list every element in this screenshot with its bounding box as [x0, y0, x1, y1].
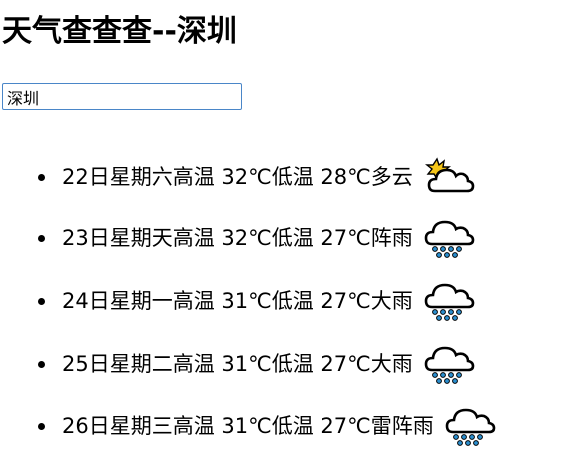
forecast-date: 25日星期二 — [62, 352, 173, 376]
forecast-item: 25日星期二高温 31℃低温 27℃大雨 — [38, 344, 475, 384]
city-search-input[interactable] — [2, 83, 242, 110]
forecast-high: 高温 31℃ — [172, 289, 272, 313]
bullet — [38, 422, 45, 430]
forecast-text: 22日星期六高温 32℃低温 28℃多云 — [62, 157, 413, 197]
forecast-high: 高温 31℃ — [172, 352, 272, 376]
partly-cloudy-icon — [423, 157, 475, 197]
forecast-date: 23日星期天 — [62, 226, 173, 250]
forecast-high: 高温 32℃ — [172, 165, 272, 189]
forecast-item: 22日星期六高温 32℃低温 28℃多云 — [38, 157, 475, 197]
rain-icon — [423, 281, 475, 321]
forecast-high: 高温 31℃ — [172, 414, 272, 438]
forecast-text: 26日星期三高温 31℃低温 27℃雷阵雨 — [62, 406, 434, 446]
forecast-item: 26日星期三高温 31℃低温 27℃雷阵雨 — [38, 406, 496, 446]
forecast-weather: 多云 — [370, 165, 413, 189]
forecast-low: 低温 27℃ — [271, 352, 371, 376]
bullet — [38, 234, 45, 242]
forecast-item: 23日星期天高温 32℃低温 27℃阵雨 — [38, 218, 475, 258]
page-title: 天气查查查--深圳 — [2, 14, 237, 49]
forecast-weather: 大雨 — [370, 352, 413, 376]
forecast-weather: 雷阵雨 — [370, 414, 434, 438]
bullet — [38, 297, 45, 305]
forecast-weather: 阵雨 — [370, 226, 413, 250]
forecast-text: 23日星期天高温 32℃低温 27℃阵雨 — [62, 218, 413, 258]
forecast-item: 24日星期一高温 31℃低温 27℃大雨 — [38, 281, 475, 321]
rain-icon — [444, 406, 496, 446]
forecast-low: 低温 27℃ — [271, 414, 371, 438]
rain-icon — [423, 344, 475, 384]
forecast-weather: 大雨 — [370, 289, 413, 313]
forecast-low: 低温 27℃ — [271, 226, 371, 250]
forecast-high: 高温 32℃ — [172, 226, 272, 250]
bullet — [38, 173, 45, 181]
forecast-low: 低温 27℃ — [271, 289, 371, 313]
forecast-date: 22日星期六 — [62, 165, 173, 189]
rain-icon — [423, 218, 475, 258]
forecast-text: 24日星期一高温 31℃低温 27℃大雨 — [62, 281, 413, 321]
bullet — [38, 360, 45, 368]
forecast-text: 25日星期二高温 31℃低温 27℃大雨 — [62, 344, 413, 384]
forecast-date: 26日星期三 — [62, 414, 173, 438]
forecast-date: 24日星期一 — [62, 289, 173, 313]
forecast-low: 低温 28℃ — [271, 165, 371, 189]
